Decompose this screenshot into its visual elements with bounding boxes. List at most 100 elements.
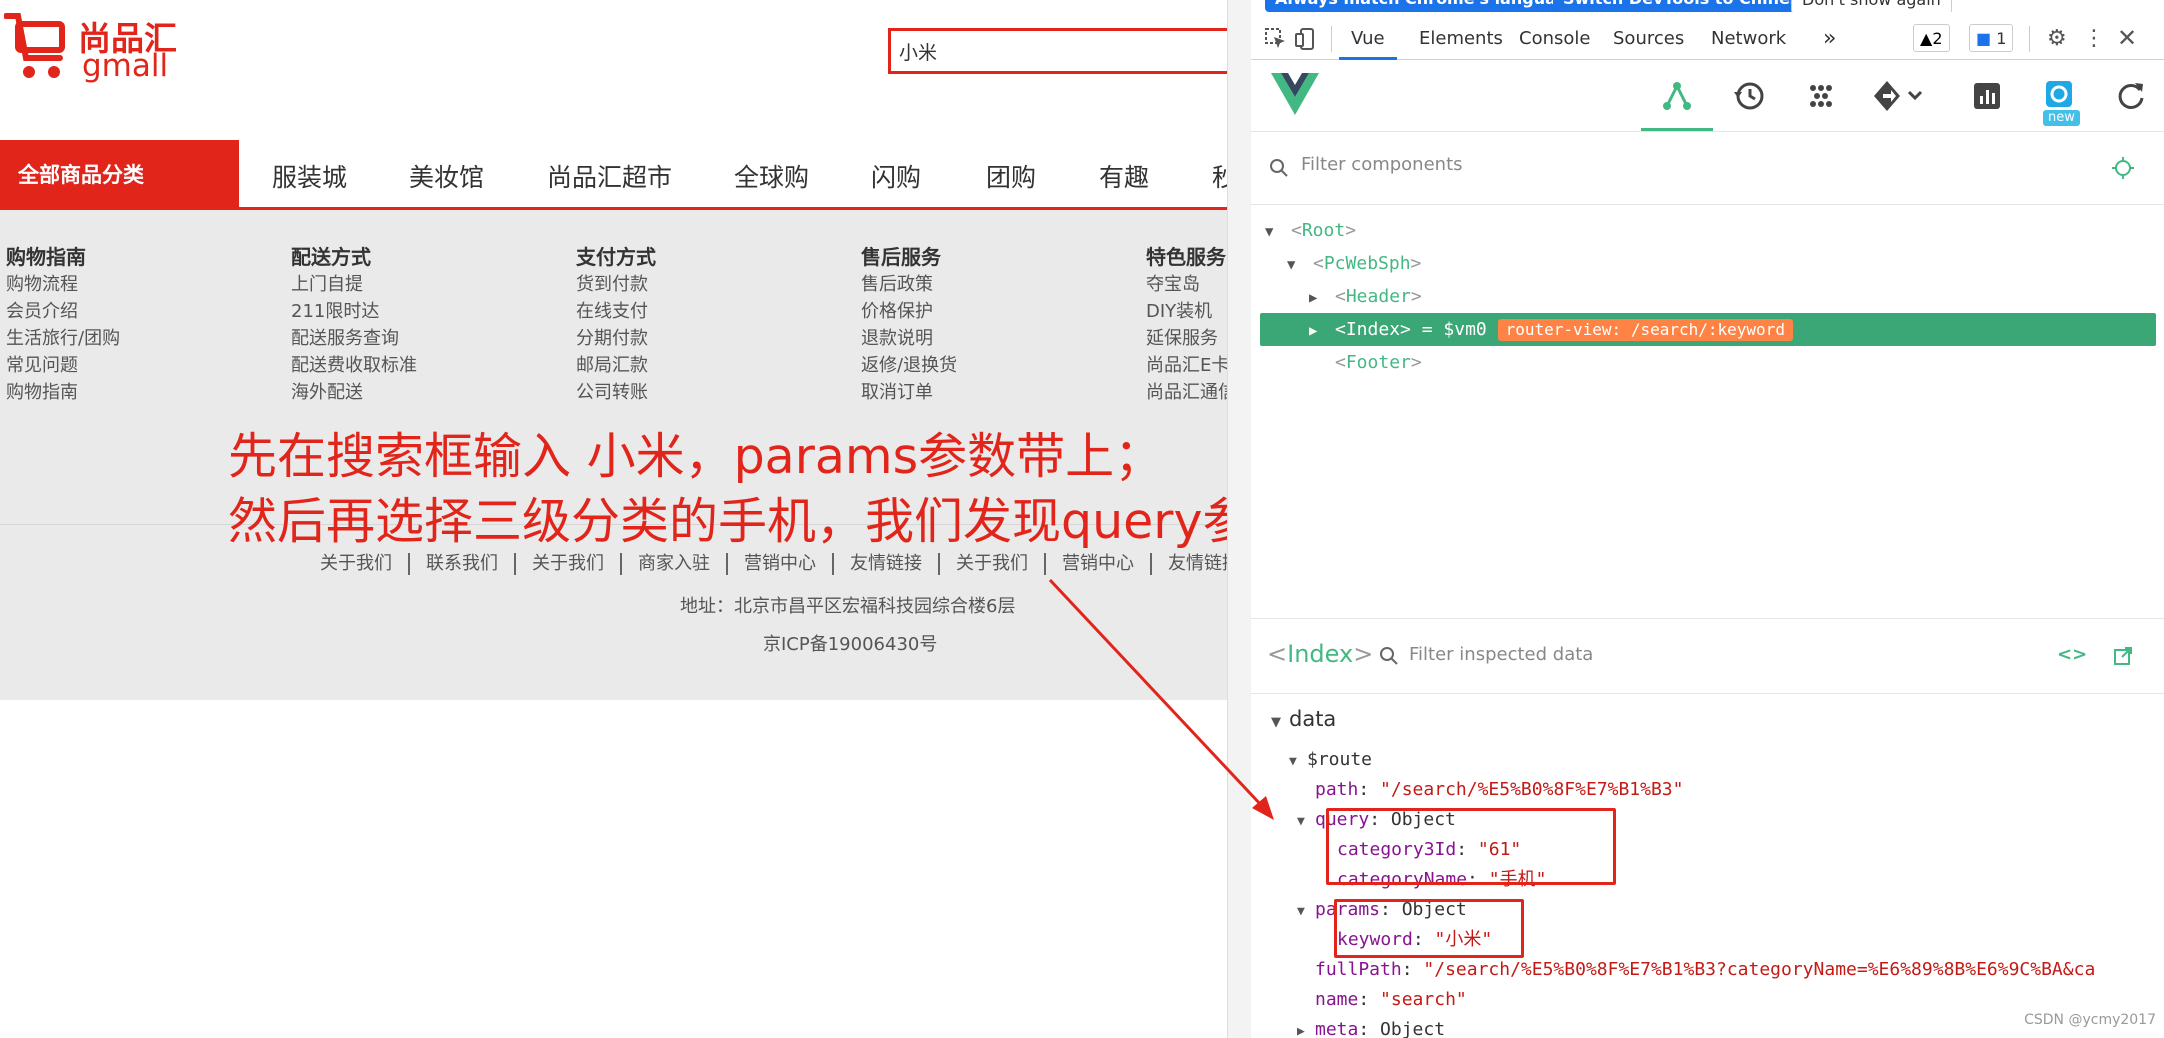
nav-item[interactable]: 服装城 [272, 158, 347, 194]
more-options-icon[interactable]: ⋮ [2083, 26, 2105, 51]
nav-item[interactable]: 美妆馆 [409, 158, 484, 194]
footer-link[interactable]: 售后政策 [861, 271, 1061, 298]
panel-splitter[interactable] [1227, 0, 1251, 1038]
expand-arrow-icon[interactable]: ▶ [1251, 282, 1335, 315]
footer-link[interactable]: 邮局汇款 [576, 352, 776, 379]
footer-bottom-link[interactable]: 关于我们 [516, 553, 622, 575]
match-language-button[interactable]: Always match Chrome's language [1265, 0, 1589, 12]
footer-bottom-link[interactable]: 营销中心 [728, 553, 834, 575]
footer-link[interactable]: DIY装机 [1146, 298, 1227, 325]
device-toolbar-icon[interactable] [1295, 28, 1317, 50]
footer-link[interactable]: 延保服务 [1146, 325, 1227, 352]
tab-network[interactable]: Network [1711, 18, 1786, 60]
footer-link[interactable]: 价格保护 [861, 298, 1061, 325]
data-section[interactable]: ▼ data [1271, 704, 1336, 734]
collapse-arrow-icon[interactable]: ▼ [1289, 747, 1307, 777]
footer-link[interactable]: 211限时达 [291, 298, 491, 325]
name-row[interactable]: name: "search" [1315, 985, 1467, 1015]
footer-link[interactable]: 货到付款 [576, 271, 776, 298]
footer-link[interactable]: 配送费收取标准 [291, 352, 491, 379]
nav-item[interactable]: 有趣 [1099, 158, 1149, 194]
refresh-icon[interactable] [2113, 78, 2149, 114]
messages-count: 1 [1996, 29, 2007, 48]
footer-link[interactable]: 取消订单 [861, 379, 1061, 406]
router-dropdown-icon[interactable] [1871, 78, 1927, 114]
vm-reference: = $vm0 [1421, 319, 1487, 340]
footer-bottom-link[interactable]: 关于我们 [320, 553, 410, 575]
search-input[interactable] [888, 28, 1227, 74]
dont-show-again-button[interactable]: Don't show again [1791, 0, 1952, 12]
footer-link[interactable]: 公司转账 [576, 379, 776, 406]
footer-link[interactable]: 上门自提 [291, 271, 491, 298]
expand-arrow-icon[interactable]: ▶ [1297, 1017, 1315, 1038]
nav-item[interactable]: 秒 [1212, 158, 1227, 194]
footer-bottom-link[interactable]: 友情链接 [834, 553, 940, 575]
tree-node-index-selected[interactable]: ▶ <Index> = $vm0 router-view: /search/:ke… [1260, 313, 2156, 346]
collapse-arrow-icon[interactable]: ▼ [1297, 897, 1315, 927]
nav-item[interactable]: 闪购 [871, 158, 921, 194]
cart-logo-icon[interactable] [4, 10, 66, 92]
footer-bottom-link[interactable]: 关于我们 [940, 553, 1046, 575]
footer-link[interactable]: 配送服务查询 [291, 325, 491, 352]
messages-badge[interactable]: ■ 1 [1969, 24, 2014, 52]
collapse-arrow-icon[interactable]: ▼ [1297, 807, 1315, 837]
close-devtools-icon[interactable]: ✕ [2117, 24, 2137, 52]
tree-node-pcwebsph[interactable]: ▼ <PcWebSph> [1251, 247, 2164, 280]
inspect-element-icon[interactable] [1265, 28, 1287, 50]
components-tree-icon[interactable] [1659, 78, 1695, 114]
footer-link[interactable]: 退款说明 [861, 325, 1061, 352]
vuex-dots-icon[interactable] [1803, 78, 1839, 114]
timeline-history-icon[interactable] [1731, 78, 1767, 114]
tree-node-header[interactable]: ▶ <Header> [1251, 280, 2164, 313]
footer-link[interactable]: 购物流程 [6, 271, 206, 298]
view-source-icon[interactable]: <> [2057, 644, 2087, 665]
footer-bottom-link[interactable]: 营销中心 [1046, 553, 1152, 575]
search-icon [1270, 159, 1288, 177]
footer-link[interactable]: 尚品汇通信 [1146, 379, 1227, 406]
filter-components-input[interactable]: Filter components [1301, 154, 1463, 175]
settings-gear-icon[interactable]: ⚙ [2047, 26, 2067, 51]
footer-bottom-link[interactable]: 商家入驻 [622, 553, 728, 575]
footer-link[interactable]: 会员介绍 [6, 298, 206, 325]
nav-item[interactable]: 尚品汇超市 [547, 158, 672, 194]
footer-link[interactable]: 购物指南 [6, 379, 206, 406]
performance-chart-icon[interactable] [1969, 78, 2005, 114]
annotation-line: 然后再选择三级分类的手机，我们发现query参数也带上 [228, 493, 1227, 550]
footer-link[interactable]: 分期付款 [576, 325, 776, 352]
path-row[interactable]: path: "/search/%E5%B0%8F%E7%B1%B3" [1315, 775, 1683, 805]
collapse-arrow-icon[interactable]: ▼ [1271, 708, 1289, 738]
footer-link[interactable]: 尚品汇E卡 [1146, 352, 1227, 379]
tree-node-root[interactable]: ▼ <Root> [1251, 214, 2164, 247]
nav-item[interactable]: 全球购 [734, 158, 809, 194]
meta-row[interactable]: ▶ meta: Object [1297, 1015, 1445, 1038]
more-tabs-icon[interactable]: » [1823, 18, 1836, 60]
footer-link[interactable]: 常见问题 [6, 352, 206, 379]
tab-console[interactable]: Console [1519, 18, 1590, 60]
switch-chinese-button[interactable]: Switch DevTools to Chinese [1553, 0, 1821, 12]
warnings-count: 2 [1932, 29, 1943, 48]
footer-link[interactable]: 生活旅行/团购 [6, 325, 206, 352]
tab-vue[interactable]: Vue [1339, 18, 1397, 60]
collapse-arrow-icon[interactable]: ▼ [1251, 216, 1291, 249]
footer-bottom-link[interactable]: 联系我们 [410, 553, 516, 575]
collapse-arrow-icon[interactable]: ▼ [1251, 249, 1313, 282]
plugin-settings-icon[interactable] [2041, 78, 2077, 114]
footer-link[interactable]: 夺宝岛 [1146, 271, 1227, 298]
fullpath-row[interactable]: fullPath: "/search/%E5%B0%8F%E7%B1%B3?ca… [1315, 955, 2164, 985]
footer-link[interactable]: 在线支付 [576, 298, 776, 325]
expand-arrow-icon[interactable]: ▶ [1260, 315, 1335, 348]
open-in-editor-icon[interactable] [2113, 646, 2133, 666]
all-categories-button[interactable]: 全部商品分类 [0, 140, 239, 210]
footer-bottom-link[interactable]: 友情链接 [1152, 553, 1227, 575]
footer-link[interactable]: 返修/退换货 [861, 352, 1061, 379]
footer-link[interactable]: 海外配送 [291, 379, 491, 406]
route-row[interactable]: ▼ $route [1289, 745, 1372, 775]
nav-item[interactable]: 团购 [986, 158, 1036, 194]
warnings-badge[interactable]: ▲2 [1913, 24, 1950, 52]
tab-sources[interactable]: Sources [1613, 18, 1684, 60]
data-key: fullPath [1315, 959, 1402, 980]
select-component-target-icon[interactable] [2111, 156, 2135, 180]
tree-node-footer[interactable]: <Footer> [1251, 346, 2164, 379]
filter-inspected-input[interactable]: Filter inspected data [1409, 644, 1593, 665]
tab-elements[interactable]: Elements [1419, 18, 1503, 60]
